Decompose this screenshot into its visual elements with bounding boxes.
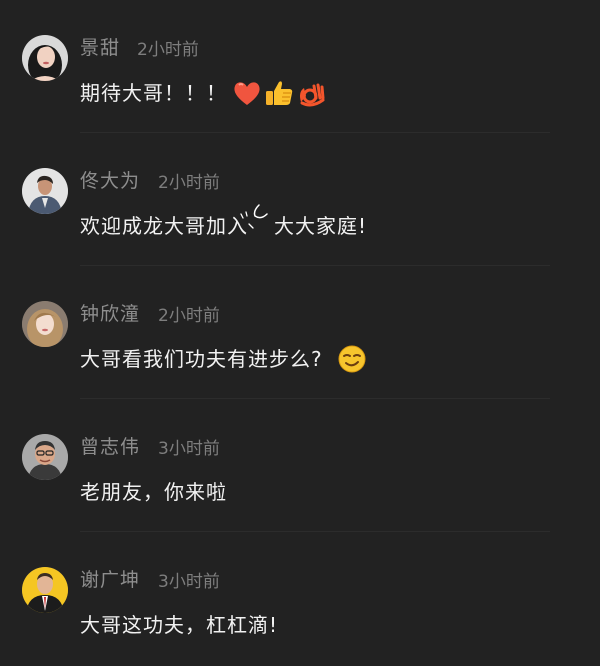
user-avatar[interactable]	[22, 35, 68, 81]
comment-text: 欢迎成龙大哥加入	[80, 214, 248, 238]
comment-text-suffix: 大大家庭!	[274, 214, 368, 238]
avatar-woman-light-hair-icon	[22, 301, 68, 347]
timestamp: 2小时前	[137, 40, 199, 60]
comment-item: 佟大为 2小时前 欢迎成龙大哥加入 大大家庭!	[0, 133, 600, 266]
sparkle-emoji-icon	[237, 202, 273, 232]
timestamp: 2小时前	[158, 173, 220, 193]
thumbs-up-emoji-icon	[264, 78, 294, 108]
user-avatar[interactable]	[22, 434, 68, 480]
smirk-emoji-icon	[337, 344, 367, 374]
username[interactable]: 曾志伟	[80, 435, 140, 459]
avatar-man-glasses-icon	[22, 434, 68, 480]
avatar-woman-dark-hair-icon	[22, 35, 68, 81]
timestamp: 3小时前	[158, 439, 220, 459]
username[interactable]: 谢广坤	[80, 568, 140, 592]
timestamp: 3小时前	[158, 572, 220, 592]
comment-text: 大哥看我们功夫有进步么?	[80, 347, 323, 371]
comment-item: 曾志伟 3小时前 老朋友，你来啦	[0, 399, 600, 532]
username[interactable]: 景甜	[80, 36, 120, 60]
user-avatar[interactable]	[22, 301, 68, 347]
user-avatar[interactable]	[22, 168, 68, 214]
user-avatar[interactable]	[22, 567, 68, 613]
avatar-man-suit-icon	[22, 168, 68, 214]
ok-hand-emoji-icon	[296, 78, 326, 108]
username[interactable]: 钟欣潼	[80, 302, 140, 326]
timestamp: 2小时前	[158, 306, 220, 326]
username[interactable]: 佟大为	[80, 169, 140, 193]
comment-item: 谢广坤 3小时前 大哥这功夫，杠杠滴!	[0, 532, 600, 665]
comment-item: 钟欣潼 2小时前 大哥看我们功夫有进步么?	[0, 266, 600, 399]
comment-text: 老朋友，你来啦	[80, 480, 227, 504]
heart-emoji-icon	[232, 78, 262, 108]
comment-item: 景甜 2小时前 期待大哥！！！	[0, 0, 600, 133]
comment-text: 期待大哥！！！	[80, 81, 227, 105]
comment-text: 大哥这功夫，杠杠滴!	[80, 613, 279, 637]
avatar-man-yellow-background-icon	[22, 567, 68, 613]
comment-list: 景甜 2小时前 期待大哥！！！ 佟大为 2小时前 欢迎成龙大哥加入 大大家庭! …	[0, 0, 600, 666]
